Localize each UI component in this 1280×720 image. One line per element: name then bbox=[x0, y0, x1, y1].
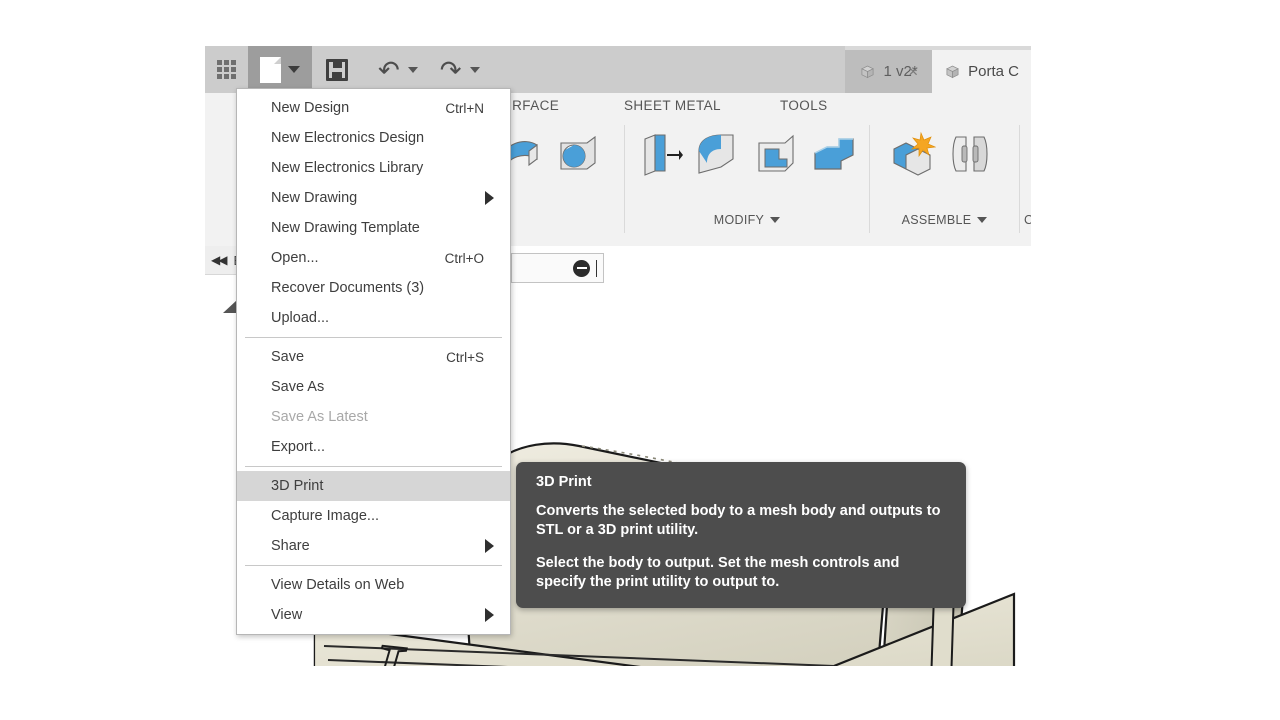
menu-item-save-as[interactable]: Save As bbox=[237, 372, 510, 402]
menu-item-label: Capture Image... bbox=[271, 508, 379, 524]
document-icon bbox=[260, 56, 281, 83]
chevron-down-icon bbox=[469, 66, 480, 73]
menu-item-label: New Design bbox=[271, 100, 350, 116]
submenu-arrow-icon[interactable] bbox=[485, 191, 494, 205]
press-pull-icon[interactable] bbox=[635, 129, 683, 181]
ribbon-tab-sheet-metal[interactable]: SHEET METAL bbox=[624, 98, 721, 113]
ribbon-panel-assemble: ASSEMBLE bbox=[870, 125, 1020, 233]
redo-dropdown-button[interactable] bbox=[468, 46, 490, 93]
tooltip-3d-print: 3D Print Converts the selected body to a… bbox=[516, 462, 966, 608]
menu-item-view[interactable]: View bbox=[237, 600, 510, 630]
ribbon-panel-modify: MODIFY bbox=[625, 125, 870, 233]
document-tab-2[interactable]: Porta C bbox=[932, 50, 1031, 93]
new-document-button[interactable] bbox=[248, 46, 312, 93]
cube-icon bbox=[946, 65, 960, 78]
joint-icon[interactable] bbox=[946, 129, 994, 181]
collapse-panel-icon[interactable]: ◀◀ bbox=[211, 253, 228, 267]
undo-button[interactable]: ↶ bbox=[362, 46, 406, 93]
tooltip-title: 3D Print bbox=[536, 474, 592, 490]
ribbon-panel-caption[interactable]: MODIFY bbox=[625, 213, 869, 227]
menu-item-view-details-on-web[interactable]: View Details on Web bbox=[237, 570, 510, 600]
document-tab-1[interactable]: 1 v2* × bbox=[845, 50, 933, 93]
menu-item-label: View bbox=[271, 607, 303, 623]
text-cursor bbox=[596, 259, 597, 277]
screenshot-root: ↶ ↷ 1 v2* × Porta C URFACE SHEET METAL T… bbox=[0, 0, 1280, 720]
save-button[interactable] bbox=[312, 46, 362, 93]
menu-item-export[interactable]: Export... bbox=[237, 432, 510, 462]
ribbon-panel-construct: CO bbox=[1020, 125, 1031, 233]
menu-item-upload[interactable]: Upload... bbox=[237, 303, 510, 333]
ribbon-panel-caption-label: ASSEMBLE bbox=[901, 213, 972, 227]
menu-separator bbox=[245, 565, 502, 566]
fillet-icon[interactable] bbox=[693, 129, 741, 181]
document-tab-strip: 1 v2* × Porta C bbox=[845, 46, 1031, 93]
ribbon-tab-tools[interactable]: TOOLS bbox=[780, 98, 828, 113]
menu-item-label: New Electronics Library bbox=[271, 160, 424, 176]
menu-separator bbox=[245, 466, 502, 467]
close-icon[interactable]: × bbox=[908, 63, 918, 80]
menu-item-save-as-latest: Save As Latest bbox=[237, 402, 510, 432]
menu-item-label: Save bbox=[271, 349, 305, 365]
menu-item-label: Save As bbox=[271, 379, 325, 395]
menu-item-3d-print[interactable]: 3D Print bbox=[237, 471, 510, 501]
quick-access-toolbar: ↶ ↷ bbox=[205, 46, 845, 93]
chevron-down-icon[interactable] bbox=[288, 66, 300, 73]
cube-icon bbox=[861, 65, 875, 78]
menu-item-open[interactable]: Open... Ctrl+O bbox=[237, 243, 510, 273]
ribbon-panel-caption[interactable]: ASSEMBLE bbox=[870, 213, 1019, 227]
ribbon-panel-caption-label: MODIFY bbox=[713, 213, 765, 227]
menu-item-shortcut: Ctrl+O bbox=[444, 250, 484, 266]
submenu-arrow-icon[interactable] bbox=[485, 539, 494, 553]
remove-icon[interactable] bbox=[573, 259, 590, 277]
undo-dropdown-button[interactable] bbox=[406, 46, 428, 93]
grid-icon bbox=[217, 60, 236, 79]
save-icon bbox=[326, 58, 348, 81]
chevron-down-icon bbox=[977, 217, 988, 223]
menu-item-label: 3D Print bbox=[271, 478, 324, 494]
search-input[interactable] bbox=[511, 253, 604, 283]
app-grid-button[interactable] bbox=[205, 46, 248, 93]
menu-item-new-electronics-library[interactable]: New Electronics Library bbox=[237, 153, 510, 183]
menu-item-new-drawing-template[interactable]: New Drawing Template bbox=[237, 213, 510, 243]
stitch-surface-icon[interactable] bbox=[553, 129, 601, 181]
expand-triangle-icon[interactable] bbox=[223, 283, 237, 313]
menu-item-label: Save As Latest bbox=[271, 409, 368, 425]
menu-item-capture-image[interactable]: Capture Image... bbox=[237, 501, 510, 531]
tooltip-paragraph-2: Select the body to output. Set the mesh … bbox=[536, 555, 900, 590]
menu-item-label: Share bbox=[271, 538, 310, 554]
menu-item-label: Export... bbox=[271, 439, 325, 455]
chevron-down-icon bbox=[407, 66, 418, 73]
ribbon-panel-caption[interactable]: CO bbox=[1020, 213, 1031, 227]
menu-item-new-electronics-design[interactable]: New Electronics Design bbox=[237, 123, 510, 153]
undo-arrow-icon: ↶ bbox=[378, 54, 400, 85]
submenu-arrow-icon[interactable] bbox=[485, 608, 494, 622]
ribbon-panel-caption[interactable] bbox=[495, 221, 624, 227]
menu-item-label: Open... bbox=[271, 250, 319, 266]
redo-arrow-icon: ↷ bbox=[439, 54, 462, 85]
menu-item-label: Upload... bbox=[271, 310, 330, 326]
menu-item-label: New Drawing bbox=[271, 190, 358, 206]
tooltip-paragraph-1: Converts the selected body to a mesh bod… bbox=[536, 503, 941, 538]
file-dropdown-menu: New Design Ctrl+N New Electronics Design Ne… bbox=[236, 88, 511, 635]
document-tab-label: Porta C bbox=[968, 63, 1019, 80]
chevron-down-icon bbox=[770, 217, 781, 223]
menu-item-label: View Details on Web bbox=[271, 577, 405, 593]
menu-item-label: New Drawing Template bbox=[271, 220, 420, 236]
combine-icon[interactable] bbox=[809, 129, 857, 181]
menu-separator bbox=[245, 337, 502, 338]
menu-item-share[interactable]: Share bbox=[237, 531, 510, 561]
shell-icon[interactable] bbox=[751, 129, 799, 181]
menu-item-new-design[interactable]: New Design Ctrl+N bbox=[237, 93, 510, 123]
ribbon-panel-surface bbox=[495, 125, 625, 233]
menu-item-shortcut: Ctrl+S bbox=[446, 349, 484, 365]
new-component-icon[interactable] bbox=[888, 129, 936, 181]
menu-item-shortcut: Ctrl+N bbox=[445, 100, 484, 116]
menu-item-save[interactable]: Save Ctrl+S bbox=[237, 342, 510, 372]
redo-button[interactable]: ↷ bbox=[428, 46, 468, 93]
menu-item-new-drawing[interactable]: New Drawing bbox=[237, 183, 510, 213]
menu-item-recover-documents-3[interactable]: Recover Documents (3) bbox=[237, 273, 510, 303]
ribbon-panel-caption-label: CO bbox=[1024, 213, 1031, 227]
menu-item-label: New Electronics Design bbox=[271, 130, 425, 146]
menu-item-label: Recover Documents (3) bbox=[271, 280, 425, 296]
